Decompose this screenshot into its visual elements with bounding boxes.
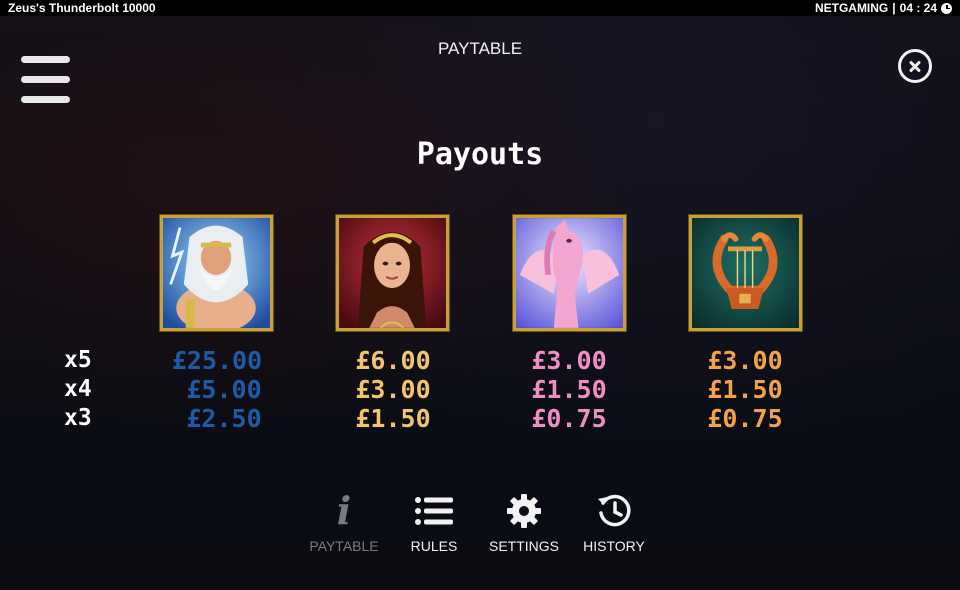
screen-title: PAYTABLE [437, 39, 523, 58]
payout-value: £0.75 [531, 404, 607, 433]
pegasus-icon [512, 214, 627, 332]
gear-icon [479, 490, 569, 532]
game-title: Zeus's Thunderbolt 10000 [8, 1, 156, 15]
nav-label: HISTORY [583, 538, 645, 554]
payout-value: £5.00 [186, 375, 262, 404]
close-icon[interactable] [898, 49, 932, 83]
payout-value: £6.00 [355, 346, 431, 375]
multiplier-labels: x5 x4 x3 [64, 346, 104, 433]
history-icon [569, 490, 659, 532]
payouts-heading: Payouts [416, 137, 544, 172]
hamburger-menu-icon[interactable] [21, 56, 70, 104]
list-icon [389, 490, 479, 532]
goddess-icon [335, 214, 450, 332]
payout-value: £3.00 [707, 346, 783, 375]
payout-value: £25.00 [171, 346, 263, 375]
multiplier-label: x3 [64, 405, 92, 431]
payout-value: £1.50 [531, 375, 607, 404]
lyre-icon [688, 214, 803, 332]
multiplier-label: x4 [64, 376, 92, 402]
payout-value: £1.50 [355, 404, 431, 433]
payout-value: £3.00 [531, 346, 607, 375]
payout-column-zeus: £25.00 £5.00 £2.50 [132, 346, 302, 433]
multiplier-label: x5 [64, 347, 92, 373]
payout-value: £1.50 [707, 375, 783, 404]
payout-value: £0.75 [707, 404, 783, 433]
payout-value: £3.00 [355, 375, 431, 404]
brand-name: NETGAMING [814, 1, 889, 15]
nav-paytable-button[interactable]: i PAYTABLE [299, 488, 389, 555]
clock-time: 04 : 24 [899, 1, 937, 15]
payout-column-pegasus: £3.00 £1.50 £0.75 [484, 346, 654, 433]
nav-history-button[interactable]: HISTORY [569, 490, 659, 554]
info-icon: i [336, 488, 352, 533]
nav-label: RULES [410, 538, 458, 554]
bottom-nav: i PAYTABLE RULES SETTINGS HISTORY [0, 490, 960, 560]
nav-label: PAYTABLE [309, 538, 379, 554]
zeus-icon [159, 214, 274, 332]
nav-settings-button[interactable]: SETTINGS [479, 490, 569, 554]
payout-value: £2.50 [186, 404, 262, 433]
nav-rules-button[interactable]: RULES [389, 490, 479, 554]
top-bar-right: NETGAMING | 04 : 24 [815, 0, 952, 16]
top-bar: Zeus's Thunderbolt 10000 NETGAMING | 04 … [0, 0, 960, 16]
separator: | [892, 1, 896, 15]
payout-column-lyre: £3.00 £1.50 £0.75 [660, 346, 830, 433]
payout-column-goddess: £6.00 £3.00 £1.50 [308, 346, 478, 433]
nav-label: SETTINGS [488, 538, 559, 554]
clock-icon [941, 2, 952, 14]
